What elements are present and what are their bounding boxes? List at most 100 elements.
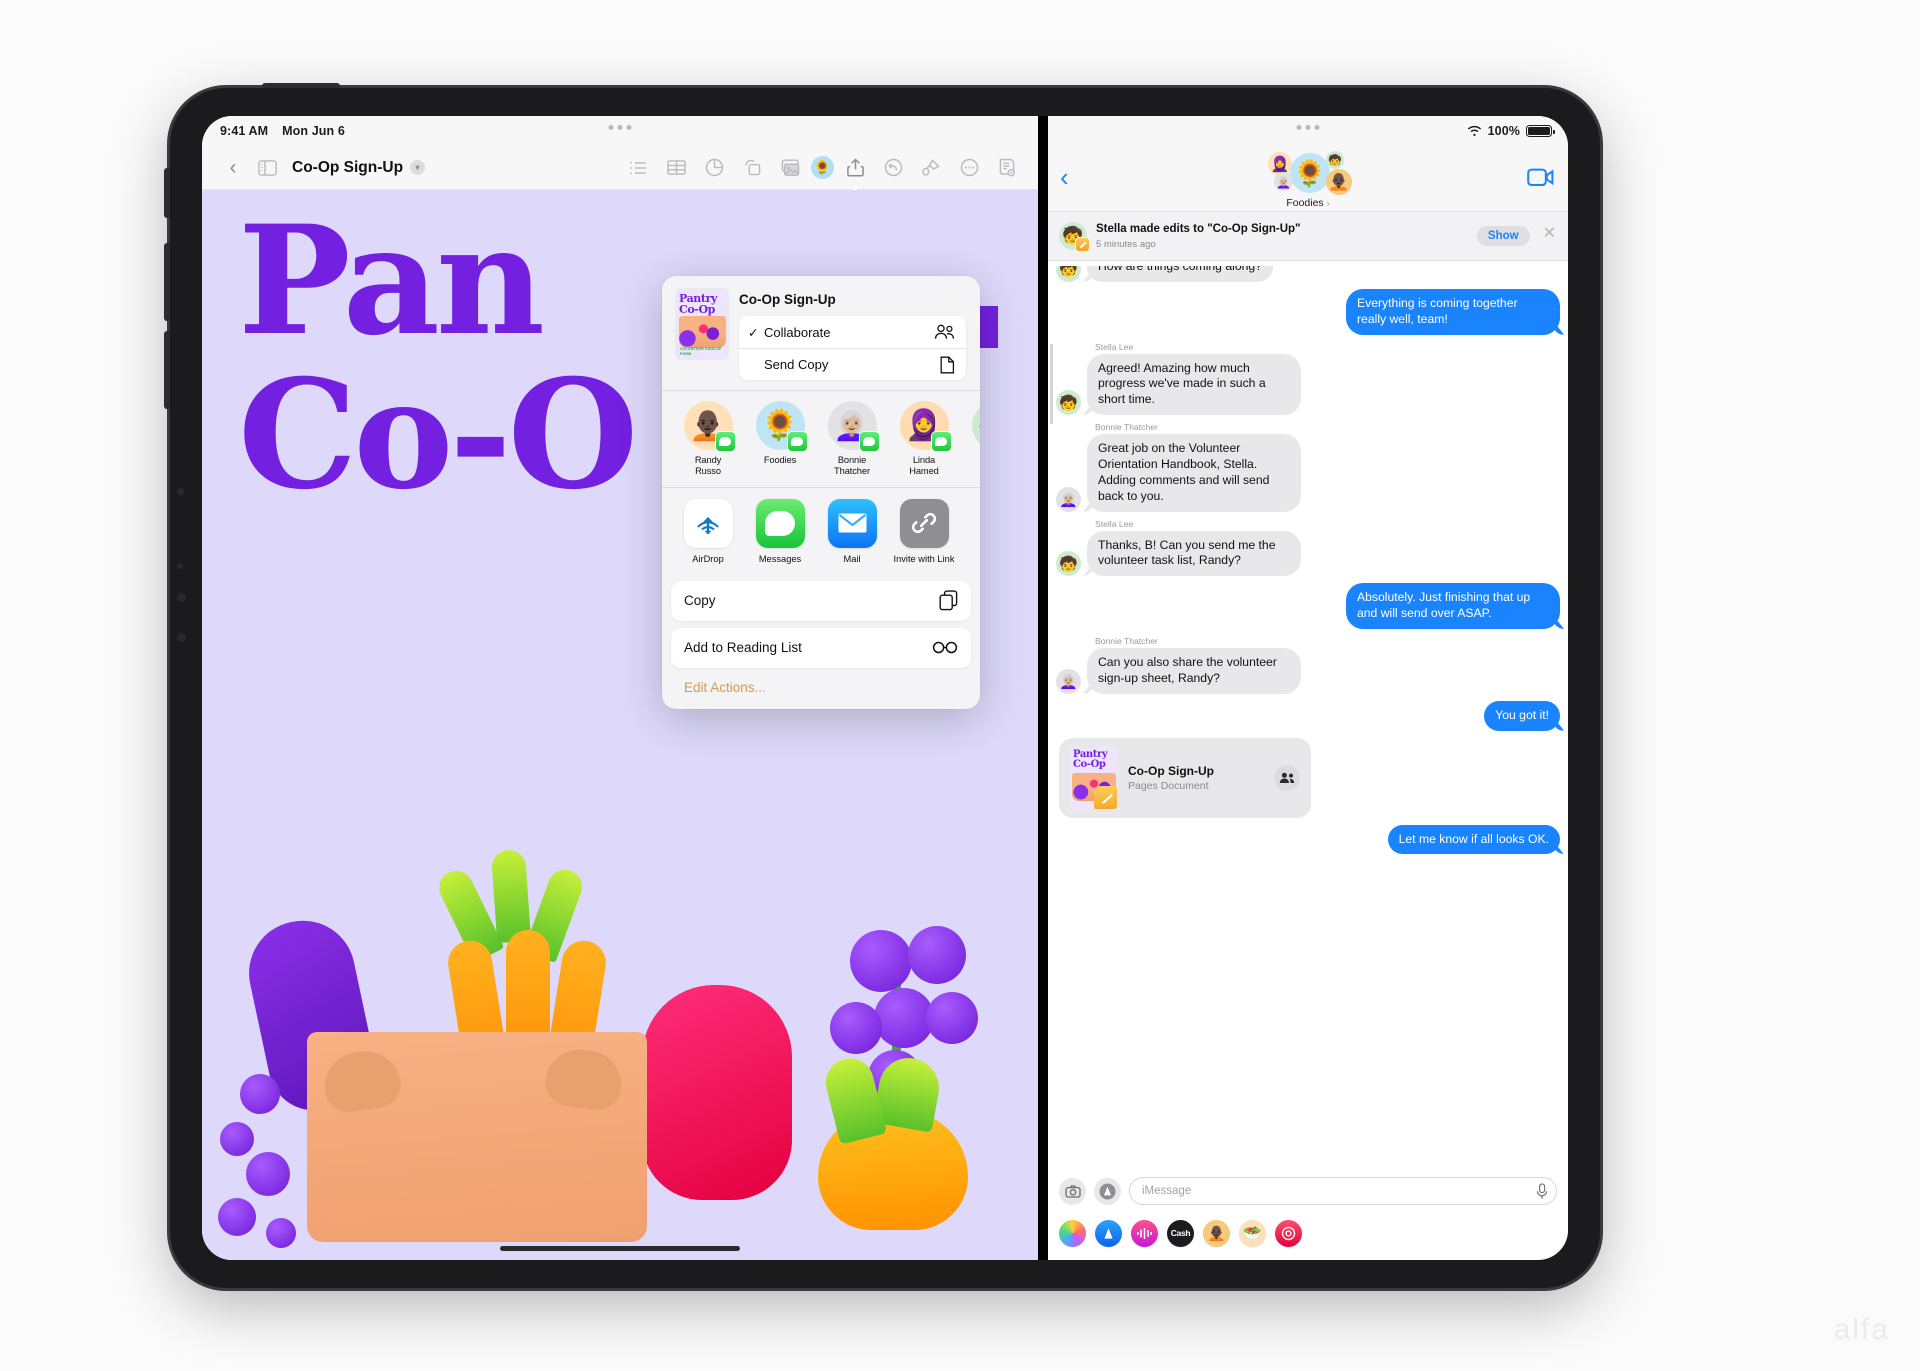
pages-app-badge-icon xyxy=(1094,785,1117,809)
imessage-input[interactable]: iMessage xyxy=(1129,1177,1557,1205)
share-app-mail[interactable]: Mail xyxy=(816,498,888,565)
contact-randy-russo[interactable]: 🧑🏿‍🦲 Randy Russo xyxy=(672,400,744,478)
back-button[interactable]: ‹ xyxy=(216,151,250,185)
back-button[interactable]: ‹ xyxy=(1060,164,1069,190)
share-apps-row[interactable]: AirDrop Messages Mail Invite with Link xyxy=(662,487,980,574)
list-icon[interactable] xyxy=(621,151,655,185)
message-bubble[interactable]: Absolutely. Just finishing that up and w… xyxy=(1346,583,1560,630)
document-canvas[interactable]: Pan Co-O Pantry Co-Op VOLUNTEER SIGN-UP … xyxy=(202,190,1038,1260)
scrollbar[interactable] xyxy=(1050,344,1053,424)
message-bubble[interactable]: Thanks, B! Can you send me the volunteer… xyxy=(1087,530,1301,577)
attachment-thumbnail: Pantry Co-Op xyxy=(1070,746,1117,809)
close-icon[interactable]: ✕ xyxy=(1543,226,1556,242)
message-bubble[interactable]: How are things coming along? xyxy=(1087,266,1273,282)
sidebar-icon[interactable] xyxy=(250,151,284,185)
message-thread[interactable]: 🧒 How are things coming along? Everythin… xyxy=(1048,266,1568,1160)
apple-cash-icon[interactable]: Cash xyxy=(1167,1219,1194,1247)
message-sender: Bonnie Thatcher xyxy=(1095,422,1158,433)
messages-badge-icon xyxy=(858,430,880,452)
message-bubble[interactable]: You got it! xyxy=(1484,700,1560,731)
watermark: alfa xyxy=(1833,1313,1890,1346)
share-icon[interactable] xyxy=(838,151,872,185)
message-row: 👩🏼‍🦳 Great job on the Volunteer Orientat… xyxy=(1056,434,1560,512)
document-attachment[interactable]: Pantry Co-Op Co-Op Sign-Up Pages Documen… xyxy=(1059,737,1311,818)
avatar-primary: 🌻 xyxy=(1290,153,1330,193)
power-button[interactable] xyxy=(262,83,340,88)
share-contacts-row[interactable]: 🧑🏿‍🦲 RandyRusso 🌻 Foodies xyxy=(662,390,980,488)
group-header[interactable]: 🧕 👩🏼‍🦳 🌻 🧒 🧑🏿‍🦲 Foodies › xyxy=(1243,150,1373,209)
show-button[interactable]: Show xyxy=(1476,226,1530,246)
format-brush-icon[interactable] xyxy=(914,151,948,185)
shapes-icon[interactable] xyxy=(735,151,769,185)
greens-leaf-2 xyxy=(490,848,532,944)
send-copy-option[interactable]: Send Copy xyxy=(739,348,966,380)
share-app-invite-with-link[interactable]: Invite with Link xyxy=(888,498,960,565)
volume-up-button[interactable] xyxy=(164,243,170,321)
message-row: 🧒 Agreed! Amazing how much progress we'v… xyxy=(1056,353,1560,416)
thumb-line-2: Co-Op xyxy=(1073,758,1106,770)
pages-app-pane: 9:41 AM Mon Jun 6 ‹ Co-Op Sign-Up ▾ 🌻 Pa… xyxy=(202,116,1038,1260)
messages-badge-icon xyxy=(786,430,808,452)
multitask-handle[interactable] xyxy=(608,125,632,130)
microphone-icon[interactable] xyxy=(1536,1182,1548,1200)
share-app-messages[interactable]: Messages xyxy=(744,498,816,565)
collaborate-avatar-icon[interactable]: 🌻 xyxy=(811,156,834,179)
app-store-icon[interactable] xyxy=(1095,1219,1122,1247)
sensor-dot xyxy=(177,563,183,569)
avatar: 🧒 xyxy=(1056,266,1081,282)
doc-title-text: Co-Op Sign-Up xyxy=(292,158,404,176)
collaborate-label: Collaborate xyxy=(764,324,831,340)
contact-foodies[interactable]: 🌻 Foodies xyxy=(744,400,816,478)
message-bubble[interactable]: Can you also share the volunteer sign-up… xyxy=(1087,648,1301,694)
collaboration-banner[interactable]: 🧒 Stella made edits to "Co-Op Sign-Up" 5… xyxy=(1048,212,1568,262)
audio-wave-icon[interactable] xyxy=(1131,1219,1158,1247)
contact-next-partial[interactable]: 🧑 xyxy=(960,400,980,478)
collaborate-option[interactable]: ✓ Collaborate xyxy=(739,316,966,348)
ipad-device-frame: 9:41 AM Mon Jun 6 ‹ Co-Op Sign-Up ▾ 🌻 Pa… xyxy=(164,83,1600,1288)
thumb-line-2: Co-Op xyxy=(679,303,715,317)
photos-icon[interactable] xyxy=(1059,1219,1086,1247)
undo-icon[interactable] xyxy=(876,151,910,185)
edit-actions-button[interactable]: Edit Actions... xyxy=(662,668,980,709)
add-to-reading-list-button[interactable]: Add to Reading List xyxy=(671,628,971,668)
copy-button[interactable]: Copy xyxy=(671,581,971,621)
app-label: Messages xyxy=(758,553,802,564)
share-sheet-title-wrap: Co-Op Sign-Up ✓ Collaborate Send Copy xyxy=(739,289,966,380)
table-icon[interactable] xyxy=(659,151,693,185)
document-options-icon[interactable] xyxy=(990,151,1024,185)
message-bubble[interactable]: Let me know if all looks OK. xyxy=(1387,824,1560,855)
stickers-icon[interactable]: 🥗 xyxy=(1239,1219,1266,1247)
message-bubble[interactable]: Everything is coming together really wel… xyxy=(1346,288,1560,335)
app-store-icon[interactable] xyxy=(1094,1177,1121,1205)
page-title[interactable]: Co-Op Sign-Up ▾ xyxy=(292,158,426,177)
media-icon[interactable] xyxy=(773,151,807,185)
home-indicator[interactable] xyxy=(500,1246,740,1251)
glasses-icon xyxy=(932,642,958,654)
more-icon[interactable] xyxy=(952,151,986,185)
people-icon xyxy=(1274,764,1300,791)
link-icon xyxy=(899,498,949,548)
document-icon xyxy=(940,356,955,373)
message-bubble[interactable]: Agreed! Amazing how much progress we've … xyxy=(1087,353,1301,416)
reading-list-action-card: Add to Reading List xyxy=(671,627,971,668)
copy-label: Copy xyxy=(684,593,716,609)
messages-app-drawer[interactable]: Cash 🧑🏿‍🦲 🥗 xyxy=(1048,1216,1568,1250)
share-app-airdrop[interactable]: AirDrop xyxy=(672,498,744,565)
chart-icon[interactable] xyxy=(697,151,731,185)
camera-icon[interactable] xyxy=(1059,1177,1086,1205)
memoji-icon[interactable]: 🧑🏿‍🦲 xyxy=(1203,1219,1230,1247)
contact-linda-hamed[interactable]: 🧕 Linda Hamed xyxy=(888,400,960,478)
digital-touch-icon[interactable] xyxy=(1275,1219,1302,1247)
group-avatars: 🧕 👩🏼‍🦳 🌻 🧒 🧑🏿‍🦲 xyxy=(1260,150,1356,196)
avatar: 🧒 xyxy=(1326,151,1344,169)
message-bubble[interactable]: Great job on the Volunteer Orientation H… xyxy=(1087,434,1301,512)
chevron-down-icon[interactable]: ▾ xyxy=(410,160,426,175)
multitask-handle-2[interactable] xyxy=(1296,125,1320,130)
group-name[interactable]: Foodies › xyxy=(1286,197,1329,209)
avatar: 🌻 xyxy=(755,400,808,452)
facetime-video-icon[interactable] xyxy=(1527,168,1554,192)
wifi-icon xyxy=(1467,125,1481,136)
volume-down-button[interactable] xyxy=(164,331,170,409)
contact-bonnie-thatcher[interactable]: 👩🏼‍🦳 Bonnie Thatcher xyxy=(816,400,888,478)
message-sender: Bonnie Thatcher xyxy=(1095,636,1158,647)
